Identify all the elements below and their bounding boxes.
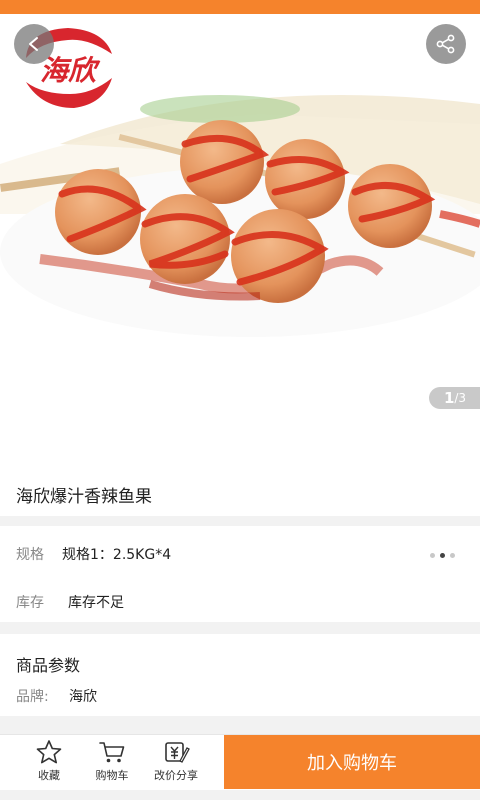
dot-active — [440, 553, 445, 558]
price-share-label: 改价分享 — [154, 769, 198, 782]
star-icon — [36, 740, 62, 764]
product-title: 海欣爆汁香辣鱼果 — [16, 487, 152, 507]
share-button[interactable] — [426, 24, 466, 64]
brand-logo-text: 海欣 — [40, 54, 101, 87]
price-tag-icon — [165, 742, 190, 763]
bottom-safe-area — [0, 790, 480, 800]
cart-label: 购物车 — [95, 769, 129, 782]
favorite-button[interactable]: 收藏 — [19, 739, 79, 789]
back-icon — [29, 37, 38, 51]
product-params-section: 商品参数 品牌: 海欣 — [0, 634, 480, 716]
add-to-cart-button[interactable]: 加入购物车 — [224, 735, 480, 789]
cart-button[interactable]: 购物车 — [82, 739, 142, 789]
price-share-button[interactable]: 改价分享 — [146, 739, 206, 789]
brand-value: 海欣 — [69, 689, 97, 705]
brand-label: 品牌: — [16, 689, 49, 705]
image-counter-current: 1 — [443, 389, 455, 407]
dot — [430, 553, 435, 558]
share-icon — [436, 34, 455, 54]
cart-icon — [99, 742, 125, 763]
stock-value: 库存不足 — [68, 595, 124, 611]
spec-value[interactable]: 规格1：2.5KG*4 — [62, 544, 171, 564]
image-counter: 1/3 — [429, 387, 480, 409]
back-button[interactable] — [14, 24, 54, 64]
stock-label: 库存 — [16, 595, 44, 611]
image-counter-total: /3 — [454, 391, 467, 405]
spec-section[interactable]: 规格 规格1：2.5KG*4 库存 库存不足 — [0, 526, 480, 622]
params-title: 商品参数 — [16, 656, 81, 675]
status-bar — [0, 0, 480, 14]
dot — [450, 553, 455, 558]
product-image-gallery[interactable]: 海欣 1/3 — [0, 14, 480, 464]
spec-label: 规格 — [16, 547, 44, 563]
product-title-section: 海欣爆汁香辣鱼果 — [0, 464, 480, 516]
more-options-dots[interactable] — [430, 553, 455, 558]
favorite-label: 收藏 — [38, 769, 60, 782]
